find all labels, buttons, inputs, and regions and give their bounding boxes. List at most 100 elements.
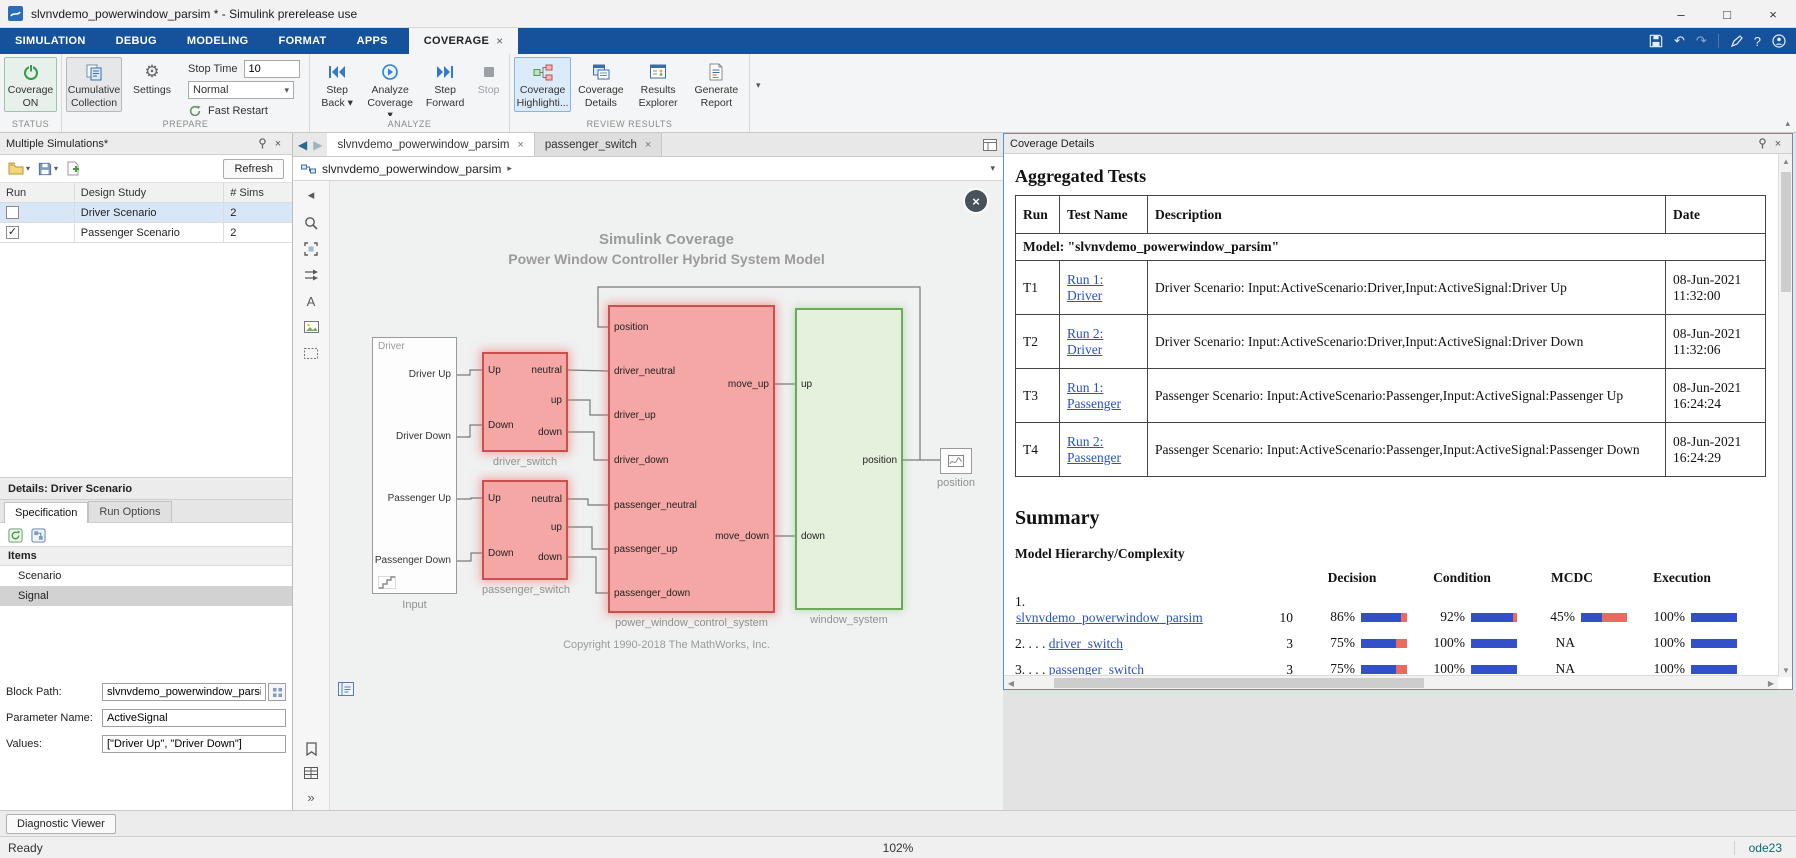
show-explorer-bar-icon[interactable] xyxy=(338,682,354,696)
signal-routing-icon[interactable] xyxy=(293,263,329,287)
block-position-outport[interactable] xyxy=(940,448,972,474)
stop-time-input[interactable] xyxy=(243,60,300,78)
close-panel-icon[interactable]: × xyxy=(1770,136,1786,152)
scroll-up-icon[interactable]: ▲ xyxy=(1779,154,1793,168)
settings-button[interactable]: ⚙ Settings xyxy=(124,57,180,111)
tab-coverage[interactable]: COVERAGE × xyxy=(408,28,519,54)
pin-icon[interactable] xyxy=(1754,136,1770,152)
redo-icon[interactable]: ↷ xyxy=(1696,33,1707,49)
step-forward-button[interactable]: Step Forward xyxy=(420,57,470,112)
item-signal[interactable]: Signal xyxy=(0,586,292,606)
test-run-link[interactable]: Run 2: Passenger xyxy=(1067,434,1121,465)
collapse-ribbon-icon[interactable]: ▴ xyxy=(1785,118,1790,129)
scrollbar-thumb[interactable] xyxy=(1781,172,1791,292)
table-row-driver-scenario[interactable]: Driver Scenario 2 xyxy=(0,203,292,223)
run-checkbox[interactable]: ✓ xyxy=(6,226,19,239)
doc-tab-model[interactable]: slvnvdemo_powerwindow_parsim × xyxy=(327,133,535,156)
solver-name[interactable]: ode23 xyxy=(1733,840,1782,855)
sync-scenario-button[interactable] xyxy=(6,525,25,545)
profile-icon[interactable] xyxy=(1772,34,1786,48)
open-study-button[interactable]: ▾ xyxy=(6,159,32,179)
block-driver-switch[interactable]: Up Down neutral up down xyxy=(482,352,568,452)
table-row-passenger-scenario[interactable]: ✓ Passenger Scenario 2 xyxy=(0,223,292,243)
add-design-study-button[interactable] xyxy=(64,159,82,179)
model-row: Model: "slvnvdemo_powerwindow_parsim" xyxy=(1015,233,1766,261)
help-icon[interactable]: ? xyxy=(1754,34,1761,49)
image-icon[interactable] xyxy=(293,315,329,339)
column-num-sims: # Sims xyxy=(224,183,292,203)
column-execution: Execution xyxy=(1653,570,1711,585)
zoom-icon[interactable] xyxy=(293,211,329,235)
maximize-icon[interactable]: □ xyxy=(1704,0,1750,28)
step-back-button[interactable]: Step Back ▾ xyxy=(314,57,360,112)
tab-apps[interactable]: APPS xyxy=(342,28,403,54)
sim-mode-dropdown[interactable]: Normal ▾ xyxy=(188,81,294,99)
values-input[interactable] xyxy=(102,735,286,753)
scroll-right-icon[interactable]: ▶ xyxy=(1764,676,1778,690)
test-run-link[interactable]: Run 1: Passenger xyxy=(1067,380,1121,411)
fit-to-view-icon[interactable] xyxy=(293,237,329,261)
save-study-button[interactable]: ▾ xyxy=(36,159,60,179)
hierarchy-link[interactable]: slvnvdemo_powerwindow_parsim xyxy=(1016,610,1263,626)
block-passenger-switch[interactable]: Up Down neutral up down xyxy=(482,480,568,580)
test-run-link[interactable]: Run 2: Driver xyxy=(1067,326,1103,357)
close-panel-icon[interactable]: × xyxy=(270,136,286,152)
tab-close-icon[interactable]: × xyxy=(496,34,503,48)
block-power-window-control-system[interactable]: position driver_neutral driver_up driver… xyxy=(608,305,775,613)
block-window-system[interactable]: up down position xyxy=(795,308,903,610)
generate-report-button[interactable]: Generate Report xyxy=(688,57,745,112)
tab-specification[interactable]: Specification xyxy=(4,502,89,523)
expand-palette-icon[interactable]: » xyxy=(293,785,329,809)
highlighter-icon[interactable] xyxy=(1730,34,1743,48)
minimize-icon[interactable]: – xyxy=(1658,0,1704,28)
scroll-down-icon[interactable]: ▼ xyxy=(1779,663,1793,677)
vertical-scrollbar[interactable]: ▲ ▼ xyxy=(1778,154,1792,677)
tab-debug[interactable]: DEBUG xyxy=(101,28,172,54)
doc-tab-close-icon[interactable]: × xyxy=(645,139,651,151)
coverage-highlighting-button[interactable]: Coverage Highlighti... xyxy=(514,57,572,112)
block-input[interactable]: Driver Driver Up Driver Down Passenger U… xyxy=(372,337,457,594)
doc-tab-passenger-switch[interactable]: passenger_switch × xyxy=(534,133,663,156)
navigate-back-icon[interactable]: ◀ xyxy=(298,138,307,152)
run-checkbox[interactable] xyxy=(6,206,19,219)
navigate-forward-icon[interactable]: ▶ xyxy=(313,138,322,152)
hide-palette-icon[interactable]: ◂ xyxy=(293,183,329,207)
block-caption: driver_switch xyxy=(492,456,558,468)
model-data-icon[interactable] xyxy=(293,761,329,785)
tab-format[interactable]: FORMAT xyxy=(264,28,342,54)
close-icon[interactable]: × xyxy=(1750,0,1796,28)
cumulative-collection-button[interactable]: Cumulative Collection xyxy=(66,57,122,112)
block-path-input[interactable] xyxy=(102,683,266,701)
coverage-on-button[interactable]: Coverage ON xyxy=(4,57,57,112)
undo-icon[interactable]: ↶ xyxy=(1674,33,1685,49)
breadcrumb-model-name[interactable]: slvnvdemo_powerwindow_parsim xyxy=(322,162,501,176)
diagnostic-viewer-button[interactable]: Diagnostic Viewer xyxy=(6,814,116,834)
hierarchy-link[interactable]: driver_switch xyxy=(1049,636,1123,651)
area-box-icon[interactable] xyxy=(293,341,329,365)
refresh-button[interactable]: Refresh xyxy=(223,159,284,179)
tab-run-options[interactable]: Run Options xyxy=(88,501,172,522)
close-highlighting-icon[interactable]: × xyxy=(965,190,987,212)
tab-modeling[interactable]: MODELING xyxy=(172,28,264,54)
parameter-name-input[interactable] xyxy=(102,709,286,727)
analyze-coverage-button[interactable]: Analyze Coverage ▾ xyxy=(362,57,418,125)
doc-tab-close-icon[interactable]: × xyxy=(517,139,523,151)
scroll-left-icon[interactable]: ◀ xyxy=(1004,676,1018,690)
model-canvas[interactable]: Simulink Coverage Power Window Controlle… xyxy=(330,181,1003,810)
pick-block-icon[interactable] xyxy=(268,683,286,701)
save-icon[interactable] xyxy=(1649,34,1663,48)
horizontal-scrollbar[interactable]: ◀ ▶ xyxy=(1004,675,1778,689)
breadcrumb-dropdown-icon[interactable]: ▾ xyxy=(990,163,995,174)
coverage-details-button[interactable]: Coverage Details xyxy=(573,57,628,112)
annotation-icon[interactable]: A xyxy=(293,289,329,313)
scrollbar-thumb[interactable] xyxy=(1054,678,1424,688)
tab-layout-icon[interactable] xyxy=(983,138,997,151)
viewmark-icon[interactable] xyxy=(293,737,329,761)
test-run-link[interactable]: Run 1: Driver xyxy=(1067,272,1103,303)
ribbon-overflow-icon[interactable]: ▾ xyxy=(750,80,767,91)
tab-simulation[interactable]: SIMULATION xyxy=(0,28,101,54)
mcdc-value: NA xyxy=(1555,635,1576,650)
results-explorer-button[interactable]: Results Explorer xyxy=(631,57,686,112)
pin-icon[interactable] xyxy=(254,136,270,152)
add-signal-button[interactable] xyxy=(29,525,48,545)
